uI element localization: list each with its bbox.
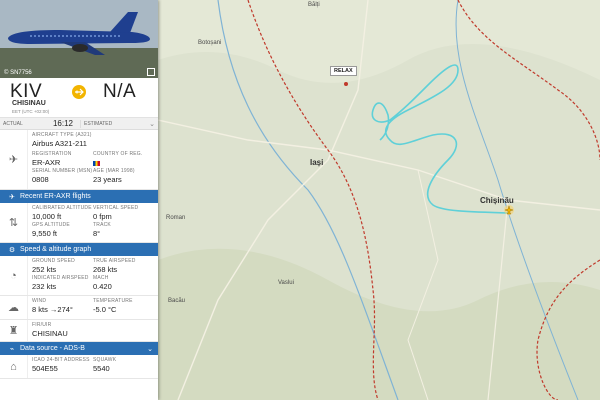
calibrated-altitude-value: 10,000 ft xyxy=(32,212,62,221)
aircraft-marker[interactable] xyxy=(504,205,514,215)
plane-icon xyxy=(72,85,86,99)
data-source-label: Data source - ADS-B xyxy=(20,345,85,352)
mach-label: MACH xyxy=(93,275,109,281)
city-label-bacau: Bacău xyxy=(168,298,186,304)
recent-flights-label: Recent ER-AXR flights xyxy=(20,193,91,200)
squawk-value: 5540 xyxy=(93,364,110,373)
wind-value: 8 kts →274° xyxy=(32,305,73,314)
icao-address-label: ICAO 24-BIT ADDRESS xyxy=(32,357,90,363)
city-label-roman: Roman xyxy=(166,215,186,221)
aircraft-photo-image xyxy=(0,0,158,78)
origin-city: CHISINAU xyxy=(12,100,46,107)
waypoint-label-relax: RELAX xyxy=(330,66,357,76)
gps-altitude-value: 9,550 ft xyxy=(32,229,58,238)
chevron-down-icon[interactable]: ⌄ xyxy=(149,120,155,128)
estimated-time: ESTIMATED ⌄ xyxy=(80,119,158,128)
transponder-icon: ⌂ xyxy=(0,355,28,378)
temperature-value: -5.0 °C xyxy=(93,305,117,314)
country-label: COUNTRY OF REG. xyxy=(93,151,143,157)
serial-label: SERIAL NUMBER (MSN) xyxy=(32,168,93,174)
aircraft-type-label: AIRCRAFT TYPE (A321) xyxy=(32,132,92,138)
icao-address-value: 504E55 xyxy=(32,364,58,373)
graph-icon: ⚙ xyxy=(8,246,16,254)
aircraft-photo[interactable]: © SN7756 xyxy=(0,0,158,78)
photo-credit: © SN7756 xyxy=(4,70,32,76)
flight-info-panel: © SN7756 KIV N/A CHISINAU EET (UTC +02:0… xyxy=(0,0,158,400)
true-airspeed-label: TRUE AIRSPEED xyxy=(93,258,136,264)
cloud-icon: ☁ xyxy=(0,296,28,319)
data-source-button[interactable]: ⌁ Data source - ADS-B ⌄ xyxy=(0,342,158,355)
indicated-airspeed-value: 232 kts xyxy=(32,282,57,291)
registration-value[interactable]: ER-AXR xyxy=(32,158,93,168)
city-label-balti: Bălți xyxy=(308,2,320,8)
airplane-icon: ✈ xyxy=(0,130,28,189)
city-label-iasi: Iași xyxy=(310,158,324,167)
vertical-speed-label: VERTICAL SPEED xyxy=(93,205,139,211)
age-value: 23 years xyxy=(93,175,122,184)
track-value: 8° xyxy=(93,229,101,238)
moldova-flag-icon xyxy=(93,160,100,166)
track-label: TRACK xyxy=(93,222,111,228)
aircraft-type-value[interactable]: Airbus A321-211 xyxy=(32,139,154,149)
route-header: KIV N/A CHISINAU EET (UTC +02:00) xyxy=(0,78,158,118)
speed-altitude-graph-button[interactable]: ⚙ Speed & altitude graph xyxy=(0,243,158,256)
time-bar: ACTUAL 16:12 ESTIMATED ⌄ xyxy=(0,118,158,130)
map-canvas xyxy=(158,0,600,400)
serial-value: 0808 xyxy=(32,175,49,184)
city-label-botosani: Botoșani xyxy=(198,40,222,46)
true-airspeed-value: 268 kts xyxy=(93,265,118,274)
fir-section: ♜ FIR/UIR CHISINAU xyxy=(0,320,158,342)
altitude-section: ⇅ CALIBRATED ALTITUDE 10,000 ft VERTICAL… xyxy=(0,203,158,243)
ground-speed-value: 252 kts xyxy=(32,265,57,274)
fir-value: CHISINAU xyxy=(32,329,68,338)
speedometer-icon: ◔ xyxy=(0,256,28,295)
radar-tower-icon: ♜ xyxy=(0,320,28,341)
ground-speed-label: GROUND SPEED xyxy=(32,258,75,264)
vertical-speed-value: 0 fpm xyxy=(93,212,112,221)
destination-code[interactable]: N/A xyxy=(103,81,136,103)
history-icon: ✈ xyxy=(9,193,15,201)
weather-section: ☁ WIND 8 kts →274° TEMPERATURE -5.0 °C xyxy=(0,296,158,320)
aircraft-section: ✈ AIRCRAFT TYPE (A321) Airbus A321-211 R… xyxy=(0,130,158,190)
temperature-label: TEMPERATURE xyxy=(93,298,133,304)
registration-label: REGISTRATION xyxy=(32,151,72,157)
icao-section: ⌂ ICAO 24-BIT ADDRESS 504E55 SQUAWK 5540 xyxy=(0,355,158,379)
altitude-icon: ⇅ xyxy=(0,203,28,242)
wind-label: WIND xyxy=(32,298,47,304)
squawk-label: SQUAWK xyxy=(93,357,117,363)
actual-time: ACTUAL 16:12 xyxy=(0,119,80,129)
gps-altitude-label: GPS ALTITUDE xyxy=(32,222,70,228)
expand-photo-icon[interactable] xyxy=(147,68,155,76)
speed-graph-label: Speed & altitude graph xyxy=(20,246,92,253)
actual-time-label: ACTUAL xyxy=(3,120,23,127)
city-label-vaslui: Vaslui xyxy=(278,280,294,286)
indicated-airspeed-label: INDICATED AIRSPEED xyxy=(32,275,89,281)
mach-value: 0.420 xyxy=(93,282,112,291)
chevron-down-icon: ⌄ xyxy=(147,345,153,353)
calibrated-altitude-label: CALIBRATED ALTITUDE xyxy=(32,205,92,211)
speed-section: ◔ GROUND SPEED 252 kts TRUE AIRSPEED 268… xyxy=(0,256,158,296)
antenna-icon: ⌁ xyxy=(9,345,15,353)
city-label-chisinau: Chișinău xyxy=(480,196,514,205)
actual-time-value: 16:12 xyxy=(52,118,73,128)
estimated-time-label: ESTIMATED xyxy=(84,120,113,127)
origin-timezone: EET (UTC +02:00) xyxy=(12,109,50,114)
fir-label: FIR/UIR xyxy=(32,322,52,328)
recent-flights-button[interactable]: ✈ Recent ER-AXR flights xyxy=(0,190,158,203)
age-label: AGE (MAR 1998) xyxy=(93,168,135,174)
flight-map[interactable]: RELAX Bălți Iași Chișinău Roman Bacău Bo… xyxy=(158,0,600,400)
